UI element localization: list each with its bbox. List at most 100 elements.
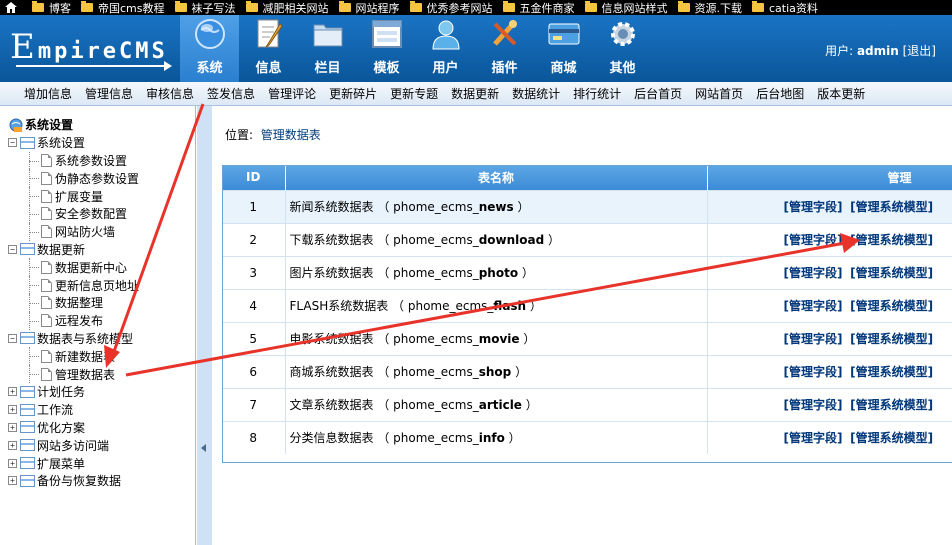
- tree-guide-line: [29, 267, 39, 269]
- submenu-item[interactable]: 后台地图: [756, 85, 804, 102]
- manage-fields-link[interactable]: [管理字段]: [784, 233, 843, 247]
- expand-toggle-icon[interactable]: +: [8, 422, 17, 432]
- tree-group[interactable]: + 备份与恢复数据: [0, 472, 195, 490]
- submenu-item[interactable]: 签发信息: [207, 85, 255, 102]
- tree-group[interactable]: + 扩展菜单: [0, 454, 195, 472]
- submenu-item[interactable]: 审核信息: [146, 85, 194, 102]
- collapse-arrow-icon[interactable]: [201, 444, 206, 452]
- manage-models-link[interactable]: [管理系统模型]: [850, 200, 933, 214]
- tree-group[interactable]: − 系统设置: [0, 134, 195, 152]
- tree-leaf[interactable]: 系统参数设置: [0, 151, 195, 170]
- logout-link[interactable]: [退出]: [903, 44, 936, 58]
- bookmark-item[interactable]: 网站程序: [338, 0, 400, 15]
- nav-item-2[interactable]: 栏目: [298, 15, 357, 82]
- submenu-item[interactable]: 排行统计: [573, 85, 621, 102]
- manage-models-link[interactable]: [管理系统模型]: [850, 233, 933, 247]
- expand-toggle-icon[interactable]: +: [8, 405, 17, 415]
- main-nav: 系统 信息 栏目 模板 用户 插件 商城 其他: [180, 15, 652, 82]
- submenu-item[interactable]: 更新专题: [390, 85, 438, 102]
- submenu-item[interactable]: 更新碎片: [329, 85, 377, 102]
- tree-leaf[interactable]: 伪静态参数设置: [0, 169, 195, 188]
- folder-window-icon: [20, 136, 35, 149]
- manage-models-link[interactable]: [管理系统模型]: [850, 332, 933, 346]
- submenu-item[interactable]: 版本更新: [817, 85, 865, 102]
- collapse-toggle-icon[interactable]: −: [8, 244, 17, 254]
- manage-models-link[interactable]: [管理系统模型]: [850, 431, 933, 445]
- tree-leaf[interactable]: 数据更新中心: [0, 258, 195, 277]
- nav-item-6[interactable]: 商城: [534, 15, 593, 82]
- manage-models-link[interactable]: [管理系统模型]: [850, 365, 933, 379]
- manage-fields-link[interactable]: [管理字段]: [784, 431, 843, 445]
- nav-item-4[interactable]: 用户: [416, 15, 475, 82]
- bookmark-item[interactable]: 袜子写法: [174, 0, 236, 15]
- tree-root[interactable]: 系统设置: [0, 116, 195, 134]
- submenu-item[interactable]: 后台首页: [634, 85, 682, 102]
- bookmark-item[interactable]: 优秀参考网站: [409, 0, 493, 15]
- submenu-item[interactable]: 管理信息: [85, 85, 133, 102]
- tree-group[interactable]: + 工作流: [0, 401, 195, 419]
- submenu-item[interactable]: 数据统计: [512, 85, 560, 102]
- submenu-item[interactable]: 网站首页: [695, 85, 743, 102]
- empirecms-logo[interactable]: EmpireCMS: [8, 27, 173, 71]
- tree-guide-line: [29, 160, 39, 162]
- manage-fields-link[interactable]: [管理字段]: [784, 398, 843, 412]
- manage-fields-link[interactable]: [管理字段]: [784, 299, 843, 313]
- expand-toggle-icon[interactable]: +: [8, 387, 17, 397]
- bookmark-item[interactable]: 减肥相关网站: [245, 0, 329, 15]
- tree-leaf[interactable]: 网站防火墙: [0, 222, 195, 241]
- tree-group[interactable]: − 数据更新: [0, 241, 195, 259]
- nav-item-1[interactable]: 信息: [239, 15, 298, 82]
- expand-toggle-icon[interactable]: +: [8, 458, 17, 468]
- tree-group[interactable]: − 数据表与系统模型: [0, 330, 195, 348]
- expand-toggle-icon[interactable]: +: [8, 476, 17, 486]
- tree-leaf[interactable]: 更新信息页地址: [0, 276, 195, 294]
- submenu-item[interactable]: 管理评论: [268, 85, 316, 102]
- expand-toggle-icon[interactable]: +: [8, 440, 17, 450]
- breadcrumb-label: 位置:: [225, 128, 254, 142]
- tree-leaf[interactable]: 新建数据表: [0, 347, 195, 366]
- tree-group-label: 系统设置: [37, 136, 86, 151]
- nav-item-3[interactable]: 模板: [357, 15, 416, 82]
- nav-item-label: 信息: [255, 61, 282, 76]
- panel-splitter[interactable]: [197, 106, 212, 545]
- cell-manage: [管理字段] [管理系统模型]: [707, 288, 952, 322]
- home-icon[interactable]: [0, 0, 22, 15]
- bookmark-item[interactable]: 博客: [32, 0, 71, 15]
- bookmark-item[interactable]: 信息网站样式: [584, 0, 668, 15]
- left-tree-panel: 系统设置 − 系统设置 系统参数设置 伪静态参数设置 扩展变量 安全参数配置 网站防火墙 − 数据…: [0, 106, 196, 545]
- nav-item-7[interactable]: 其他: [593, 15, 652, 82]
- manage-fields-link[interactable]: [管理字段]: [784, 200, 843, 214]
- manage-models-link[interactable]: [管理系统模型]: [850, 398, 933, 412]
- bookmark-item[interactable]: 帝国cms教程: [81, 0, 165, 15]
- nav-item-label: 模板: [373, 61, 400, 76]
- tree-leaf[interactable]: 数据整理: [0, 293, 195, 312]
- tree-leaf[interactable]: 扩展变量: [0, 187, 195, 205]
- manage-fields-link[interactable]: [管理字段]: [784, 365, 843, 379]
- tree-leaf[interactable]: 安全参数配置: [0, 204, 195, 223]
- manage-models-link[interactable]: [管理系统模型]: [850, 266, 933, 280]
- tree-leaf[interactable]: 管理数据表: [0, 365, 195, 383]
- tree-leaf[interactable]: 远程发布: [0, 311, 195, 330]
- cell-id: 8: [222, 420, 286, 454]
- table-row: 7 文章系统数据表 （ phome_ecms_article ） [管理字段] [管…: [222, 387, 952, 421]
- manage-fields-link[interactable]: [管理字段]: [784, 332, 843, 346]
- tree-group[interactable]: + 优化方案: [0, 419, 195, 437]
- nav-item-5[interactable]: 插件: [475, 15, 534, 82]
- bookmark-label: 袜子写法: [191, 1, 236, 15]
- breadcrumb-link[interactable]: 管理数据表: [261, 128, 321, 142]
- bookmark-item[interactable]: 五金件商家: [502, 0, 575, 15]
- collapse-toggle-icon[interactable]: −: [8, 333, 17, 343]
- table-row: 1 新闻系统数据表 （ phome_ecms_news ） [管理字段] [管理系统…: [222, 189, 952, 223]
- collapse-toggle-icon[interactable]: −: [8, 138, 17, 148]
- bookmark-item[interactable]: catia资料: [752, 0, 818, 15]
- submenu-item[interactable]: 数据更新: [451, 85, 499, 102]
- tree-guide-line: [29, 302, 39, 304]
- manage-fields-link[interactable]: [管理字段]: [784, 266, 843, 280]
- nav-item-0[interactable]: 系统: [180, 15, 239, 82]
- bookmark-item[interactable]: 资源.下载: [677, 0, 742, 15]
- tree-group[interactable]: + 计划任务: [0, 383, 195, 401]
- tree-group[interactable]: + 网站多访问端: [0, 436, 195, 454]
- manage-models-link[interactable]: [管理系统模型]: [850, 299, 933, 313]
- settings-globe-icon: [9, 118, 23, 132]
- submenu-item[interactable]: 增加信息: [24, 85, 72, 102]
